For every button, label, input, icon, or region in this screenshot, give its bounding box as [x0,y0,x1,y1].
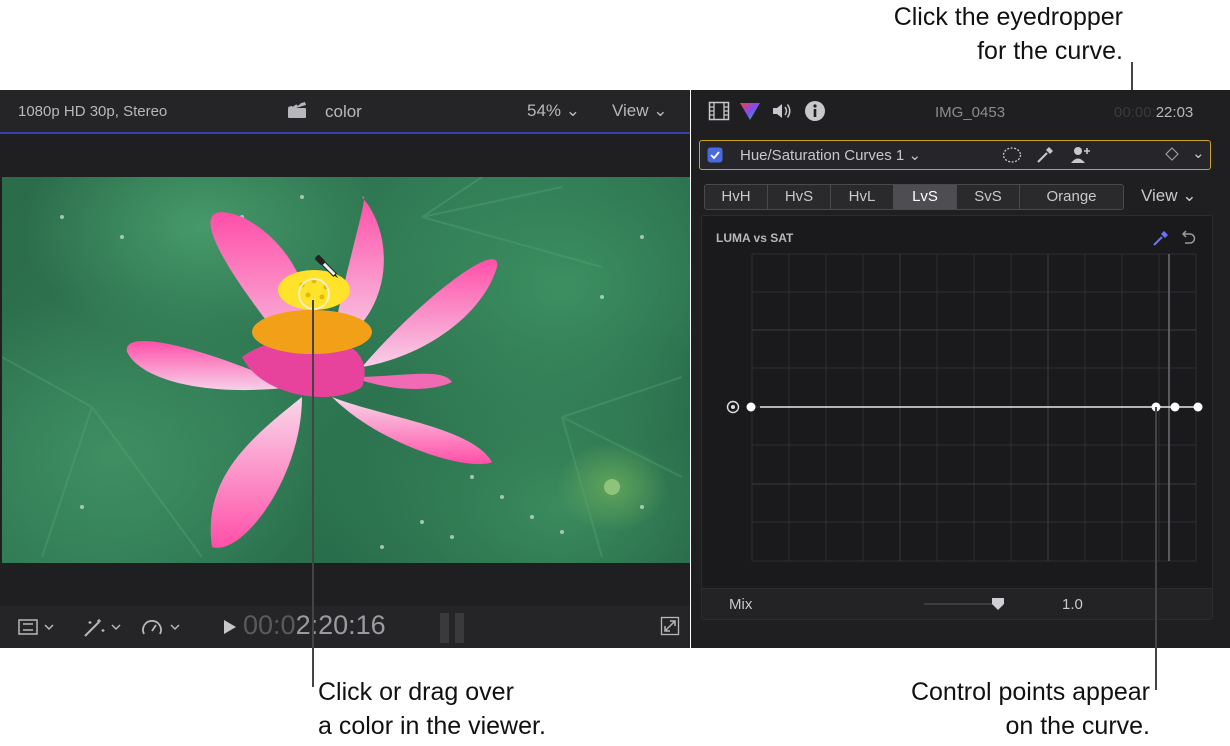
chevron-down-icon[interactable]: ⌄ [1192,144,1205,162]
leader-line [312,300,314,687]
tab-hvs[interactable]: HvS [768,185,831,209]
curve-tabs: HvH HvS HvL LvS SvS Orange [704,184,1124,210]
viewer-layout-menu[interactable] [18,618,54,641]
inspector-timecode: 00:00:22:03 [1114,104,1193,121]
mix-row: Mix 1.0 [701,588,1213,620]
timecode-bright: 2:20:16 [295,610,386,640]
mix-slider-thumb[interactable] [991,597,1005,616]
callout-eyedropper: Click the eyedropper for the curve. [800,0,1123,68]
format-label: 1080p HD 30p, Stereo [18,103,168,120]
color-mask-button[interactable] [1035,145,1055,170]
callout-line: a color in the viewer. [318,712,546,740]
timecode-dim: 00:0 [243,610,296,640]
view-label: View [1141,186,1178,205]
control-point[interactable] [1193,402,1203,412]
callout-line: Control points appear [910,678,1150,706]
effect-enable-checkbox[interactable] [707,147,723,168]
clapper-icon [287,101,307,124]
zoom-value: 54% [527,101,562,120]
timecode-bright: 22:03 [1155,104,1194,121]
mask-ellipse-button[interactable] [1002,146,1022,169]
ellipse-mask-icon [1002,147,1022,163]
curve-view-menu[interactable]: View ⌄ [1141,186,1197,206]
callout-line: for the curve. [977,37,1123,65]
callout-line: Click the eyedropper [893,3,1123,31]
fullscreen-button[interactable] [660,616,680,641]
color-inspector: IMG_0453 00:00:22:03 Hue/Saturation Curv… [691,90,1230,648]
callout-control-points: Control points appear on the curve. [830,675,1150,743]
inspector-clip-name: IMG_0453 [935,104,1006,121]
view-menu[interactable]: View ⌄ [612,101,668,121]
tab-hvh[interactable]: HvH [705,185,768,209]
chevron-down-icon: ⌄ [1182,186,1197,205]
chevron-down-icon: ⌄ [908,147,922,164]
viewer-bottom-bar: 00:02:20:16 [0,606,690,648]
tab-hvl[interactable]: HvL [831,185,894,209]
mix-slider-track[interactable] [924,603,999,605]
tab-svs[interactable]: SvS [957,185,1020,209]
color-inspector-icon[interactable] [739,101,761,126]
lotus-image [1,176,683,558]
layout-icon [18,619,54,635]
effect-name-menu[interactable]: Hue/Saturation Curves 1 ⌄ [740,146,921,164]
callout-viewer: Click or drag over a color in the viewer… [318,675,546,743]
control-point[interactable] [746,402,756,412]
speedometer-icon [142,620,180,635]
chevron-down-icon: ⌄ [565,101,581,120]
tab-lvs[interactable]: LvS [894,185,957,209]
luma-sat-curve[interactable] [702,216,1212,588]
film-icon[interactable] [708,101,730,126]
diamond-icon [1165,147,1179,161]
info-icon[interactable] [804,100,826,127]
mix-value[interactable]: 1.0 [1062,596,1083,613]
person-plus-icon [1071,147,1090,163]
clip-name: color [325,102,362,121]
add-shape-button[interactable] [1070,145,1092,170]
eyedropper-icon [1037,147,1053,163]
magic-wand-icon [84,619,121,637]
enhancements-menu[interactable] [82,618,122,643]
play-icon [224,620,236,634]
keyframe-button[interactable] [1165,147,1179,166]
viewer-timecode: 00:02:20:16 [243,610,386,641]
audio-meter-icon [438,609,468,650]
chevron-down-icon: ⌄ [653,101,668,120]
effect-name: Hue/Saturation Curves 1 [740,147,905,164]
curve-panel: LUMA vs SAT [701,215,1213,589]
viewer: 1080p HD 30p, Stereo color 54% ⌄ View ⌄ [0,90,690,648]
video-frame[interactable] [1,176,690,563]
retime-menu[interactable] [141,618,183,643]
expand-icon [660,616,680,636]
mix-label: Mix [729,596,753,613]
callout-line: on the curve. [1005,712,1150,740]
view-label: View [612,101,649,120]
zoom-menu[interactable]: 54% ⌄ [527,101,580,121]
control-point[interactable] [1170,402,1180,412]
play-button[interactable] [222,618,238,641]
effect-header: Hue/Saturation Curves 1 ⌄ ⌄ [699,140,1211,170]
speaker-icon[interactable] [771,101,793,126]
viewer-toolbar: 1080p HD 30p, Stereo color 54% ⌄ View ⌄ [0,90,690,134]
timecode-dim: 00:00: [1114,104,1156,121]
tab-orange[interactable]: Orange [1020,185,1123,209]
callout-line: Click or drag over [318,678,514,706]
leader-line [1155,407,1157,690]
